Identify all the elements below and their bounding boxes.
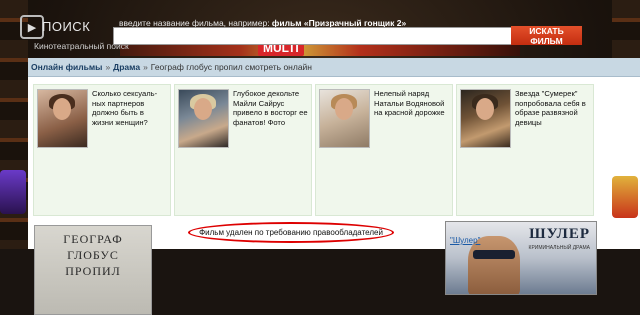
movie-poster: ГЕОГРАФ ГЛОБУС ПРОПИЛ [34, 225, 152, 315]
breadcrumb: Онлайн фильмы » Драма » Географ глобус п… [28, 58, 640, 77]
teaser-text[interactable]: Сколько сексуаль-ных партнеров должно бы… [92, 89, 167, 127]
ad-title: ШУЛЕР [529, 226, 590, 242]
ad-subtitle: КРИМИНАЛЬНЫЙ ДРАМА [528, 245, 590, 251]
breadcrumb-category[interactable]: Драма [113, 62, 140, 72]
removed-notice-text: Фильм удален по требованию правообладате… [199, 228, 383, 237]
sunglasses-icon [473, 250, 515, 259]
teaser-thumbnail[interactable] [37, 89, 88, 148]
breadcrumb-current: Географ глобус пропил смотреть онлайн [150, 62, 313, 72]
teaser-text[interactable]: Звезда "Сумерек" попробовала себя в обра… [515, 89, 590, 127]
poster-title-line: ГЛОБУС [67, 248, 119, 262]
breadcrumb-separator: » [143, 62, 148, 72]
ad-banner[interactable]: ШУЛЕР КРИМИНАЛЬНЫЙ ДРАМА [445, 221, 597, 295]
teaser-row: Сколько сексуаль-ных партнеров должно бы… [33, 84, 633, 216]
teaser-item[interactable]: Глубокое декольте Майли Сайрус привело в… [174, 84, 312, 216]
teaser-text[interactable]: Глубокое декольте Майли Сайрус привело в… [233, 89, 308, 127]
play-icon: ▶ [20, 15, 44, 39]
poster-title-line: ГЕОГРАФ [63, 232, 123, 246]
slot-decoration-left [0, 170, 26, 214]
teaser-thumbnail[interactable] [178, 89, 229, 148]
teaser-item[interactable]: Звезда "Сумерек" попробовала себя в обра… [456, 84, 594, 216]
logo-title: ПОИСК [42, 19, 91, 34]
teaser-thumbnail[interactable] [460, 89, 511, 148]
teaser-thumbnail[interactable] [319, 89, 370, 148]
ad-caption-link[interactable]: "Шулер" [450, 236, 480, 245]
content-panel: Онлайн фильмы » Драма » Географ глобус п… [28, 58, 640, 315]
teaser-text[interactable]: Нелепый наряд Натальи Водяновой на красн… [374, 89, 449, 118]
breadcrumb-home[interactable]: Онлайн фильмы [31, 62, 102, 72]
breadcrumb-separator: » [105, 62, 111, 72]
search-button[interactable]: ИСКАТЬ ФИЛЬМ [511, 26, 582, 46]
teaser-item[interactable]: Нелепый наряд Натальи Водяновой на красн… [315, 84, 453, 216]
slot-decoration-right [612, 176, 638, 218]
movie-section: ГЕОГРАФ ГЛОБУС ПРОПИЛ Фильм удален по тр… [28, 221, 640, 315]
search-input[interactable] [113, 27, 514, 45]
teaser-item[interactable]: Сколько сексуаль-ных партнеров должно бы… [33, 84, 171, 216]
removed-notice: Фильм удален по требованию правообладате… [188, 222, 394, 243]
poster-title-line: ПРОПИЛ [65, 264, 121, 278]
site-logo[interactable]: ▶ ПОИСК Кинотеатральный поиск [20, 15, 129, 51]
